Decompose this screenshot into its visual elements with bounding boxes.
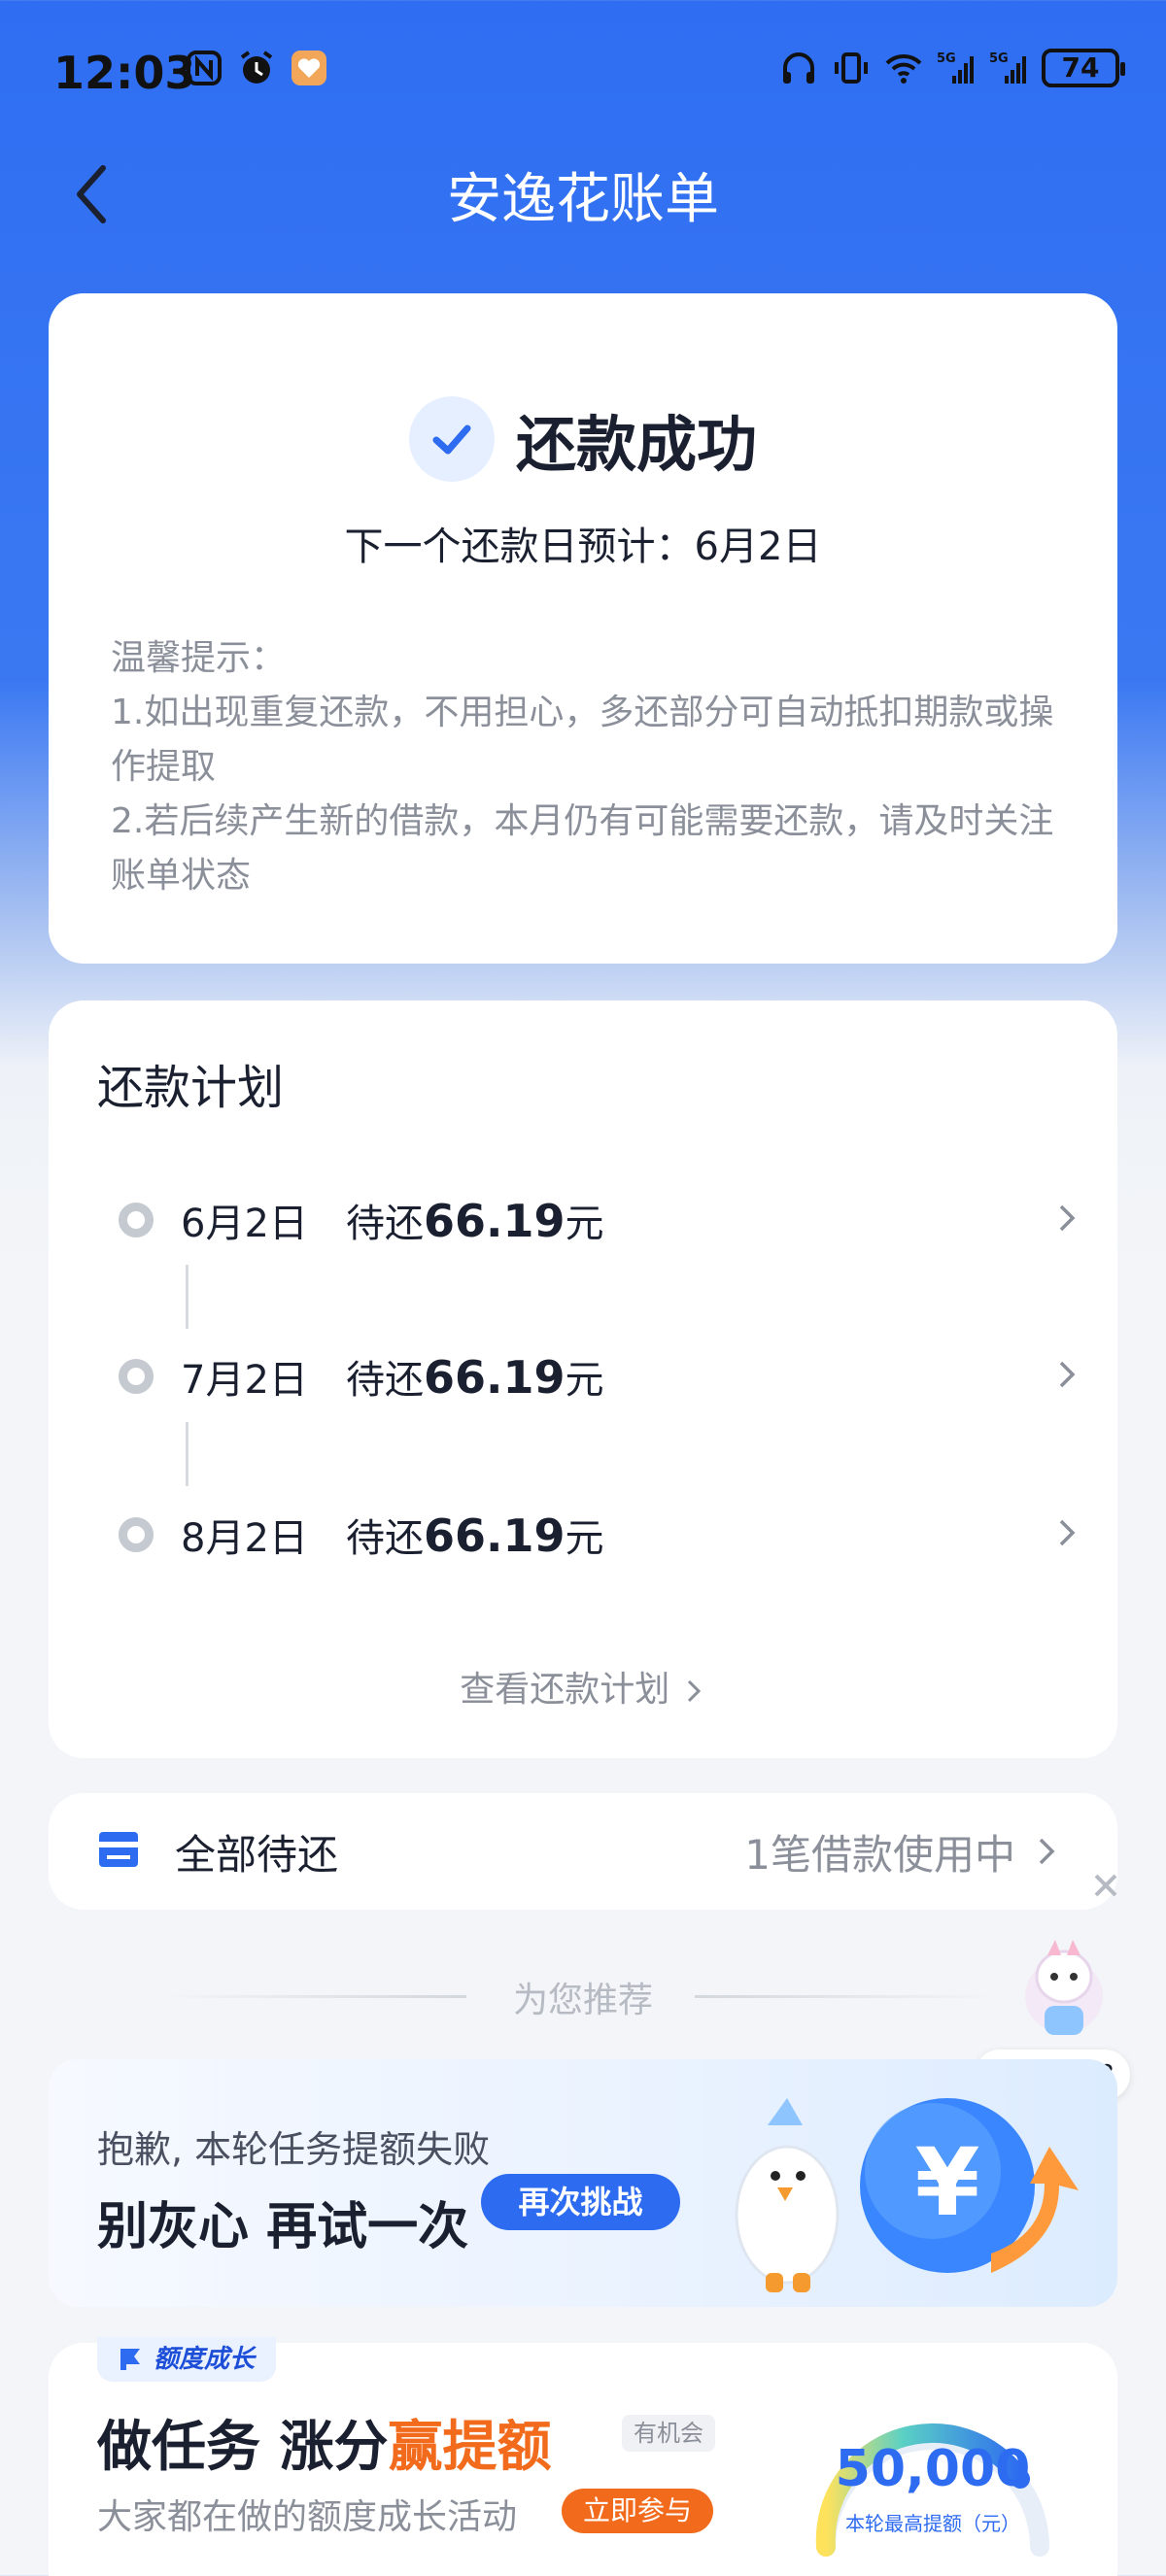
plan-date: 8月2日 (181, 1516, 308, 1561)
task-title: 做任务 涨分赢提额 (97, 2403, 552, 2482)
chevron-right-icon (1039, 1838, 1055, 1865)
view-plan-label: 查看还款计划 (460, 1670, 670, 1710)
plan-date: 7月2日 (181, 1358, 308, 1403)
chevron-right-icon (687, 1679, 701, 1703)
plan-due: 待还66.19元 (346, 1348, 604, 1405)
due-amount: 66.19 (424, 1195, 566, 1247)
due-amount: 66.19 (424, 1351, 566, 1404)
signal-5g-icon: 5G (937, 51, 974, 84)
vibrate-icon (835, 52, 868, 84)
result-header: 还款成功 (49, 395, 1117, 483)
yuan-coin-illustration: ¥ (735, 2098, 1079, 2292)
all-due-card[interactable]: 全部待还 1笔借款使用中 (49, 1793, 1117, 1910)
banner-title: 别灰心 再试一次 (97, 2198, 469, 2256)
chevron-right-icon (1059, 1519, 1076, 1546)
join-button[interactable]: 立即参与 (562, 2489, 714, 2533)
status-bar: 12:03 5G 5G 74 (0, 0, 1166, 146)
headphone-icon (783, 52, 814, 84)
timeline-line (186, 1265, 189, 1329)
plan-row[interactable]: 8月2日 待还66.19元 (119, 1496, 1090, 1574)
due-amount: 66.19 (424, 1509, 566, 1562)
gauge-value: 50,000 (835, 2440, 1031, 2498)
due-prefix: 待还 (346, 1516, 424, 1561)
mascot-icon[interactable] (1001, 1938, 1127, 2045)
battery-indicator: 74 (1042, 49, 1125, 87)
page-title: 安逸花账单 (447, 168, 719, 231)
task-title-highlight: 赢提额 (388, 2416, 552, 2479)
banner-subtitle: 抱歉, 本轮任务提额失败 (97, 2128, 491, 2171)
divider-line (695, 1995, 996, 1998)
timeline-line (186, 1422, 189, 1486)
task-title-prefix: 做任务 涨分 (97, 2416, 389, 2479)
signal-5g-icon: 5G (989, 51, 1026, 84)
repayment-result-card: 还款成功 下一个还款日预计：6月2日 温馨提示： 1.如出现重复还款，不用担心，… (49, 293, 1117, 964)
card-icon (99, 1832, 138, 1867)
all-due-label: 全部待还 (175, 1831, 339, 1879)
chevron-right-icon (1059, 1204, 1076, 1232)
due-unit: 元 (565, 1516, 604, 1561)
svg-text:5G: 5G (937, 51, 956, 66)
status-right-icons: 5G 5G 74 (779, 49, 1125, 87)
task-badge: 额度成长 (97, 2337, 277, 2382)
timeline-dot (119, 1359, 154, 1394)
flag-icon (120, 2349, 140, 2370)
task-subtitle: 大家都在做的额度成长活动 (97, 2497, 518, 2537)
plan-due: 待还66.19元 (346, 1507, 604, 1563)
tip-item: 1.如出现重复还款，不用担心，多还部分可自动抵扣期款或操作提取 (111, 693, 1054, 787)
wifi-icon (885, 53, 922, 84)
tip-item: 2.若后续产生新的借款，本月仍有可能需要还款，请及时关注账单状态 (111, 801, 1054, 896)
view-plan-link[interactable]: 查看还款计划 (49, 1661, 1117, 1712)
retry-banner[interactable]: 抱歉, 本轮任务提额失败 别灰心 再试一次 再次挑战 ¥ (49, 2059, 1117, 2307)
timeline-dot (119, 1203, 154, 1237)
timeline-dot (119, 1517, 154, 1552)
warm-tips: 温馨提示： 1.如出现重复还款，不用担心，多还部分可自动抵扣期款或操作提取 2.… (111, 631, 1063, 903)
tips-heading: 温馨提示： (111, 638, 287, 678)
nfc-icon (187, 51, 222, 85)
plan-due: 待还66.19元 (346, 1192, 604, 1248)
chance-tag: 有机会 (622, 2415, 715, 2452)
due-prefix: 待还 (346, 1202, 424, 1246)
gauge-label: 本轮最高提额（元） (845, 2512, 1020, 2535)
plan-row[interactable]: 7月2日 待还66.19元 (119, 1338, 1090, 1415)
all-due-count: 1笔借款使用中 (744, 1831, 1015, 1879)
repayment-plan-card: 还款计划 6月2日 待还66.19元 7月2日 待还66.19元 8月2日 待还… (49, 1000, 1117, 1758)
app-icon (292, 51, 326, 85)
plan-date: 6月2日 (181, 1202, 308, 1246)
svg-text:5G: 5G (989, 51, 1009, 66)
credit-growth-card[interactable]: 额度成长 做任务 涨分赢提额 有机会 大家都在做的额度成长活动 立即参与 50,… (49, 2337, 1117, 2576)
svg-text:¥: ¥ (915, 2128, 980, 2237)
due-prefix: 待还 (346, 1358, 424, 1403)
result-title: 还款成功 (515, 409, 757, 480)
due-unit: 元 (565, 1358, 604, 1403)
task-badge-label: 额度成长 (154, 2345, 256, 2374)
chevron-right-icon (1059, 1361, 1076, 1388)
status-time: 12:03 (53, 47, 196, 99)
plan-title: 还款计划 (97, 1061, 285, 1115)
alarm-icon (240, 51, 273, 84)
status-left-icons (185, 49, 328, 87)
due-unit: 元 (565, 1202, 604, 1246)
close-icon[interactable] (1090, 1870, 1121, 1901)
next-repayment-date: 下一个还款日预计：6月2日 (344, 525, 822, 569)
plan-row[interactable]: 6月2日 待还66.19元 (119, 1181, 1090, 1259)
check-icon (408, 396, 495, 482)
retry-button[interactable]: 再次挑战 (481, 2174, 680, 2230)
